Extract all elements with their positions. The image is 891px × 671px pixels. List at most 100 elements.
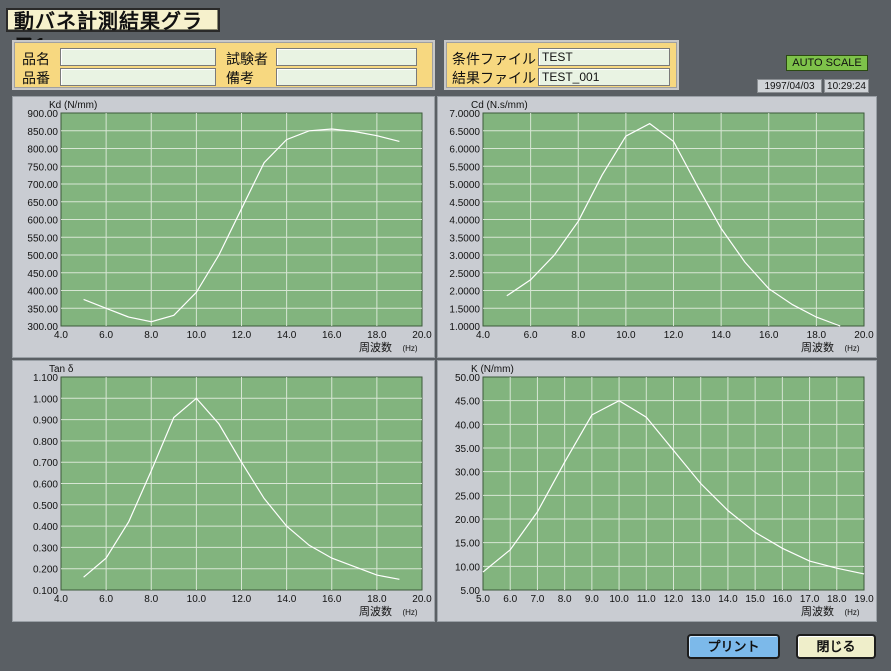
y-tick-label: 1.0000 — [449, 322, 480, 333]
y-tick-label: 300.00 — [27, 322, 58, 333]
x-tick-label: 16.0 — [773, 594, 793, 605]
x-tick-label: 16.0 — [322, 330, 342, 341]
x-tick-label: 12.0 — [664, 594, 684, 605]
window-title: 動バネ計測結果グラフ1 — [6, 8, 220, 57]
y-tick-label: 40.00 — [455, 420, 480, 431]
y-tick-label: 500.00 — [27, 251, 58, 262]
result-file-label: 結果ファイル — [452, 70, 536, 86]
y-tick-label: 4.5000 — [449, 198, 480, 209]
y-tick-label: 650.00 — [27, 198, 58, 209]
x-tick-label: 19.0 — [854, 594, 874, 605]
chart-title: Cd (N.s/mm) — [471, 100, 528, 111]
y-tick-label: 2.5000 — [449, 269, 480, 280]
x-tick-label: 8.0 — [144, 330, 158, 341]
y-tick-label: 0.200 — [33, 565, 58, 576]
y-tick-label: 850.00 — [27, 127, 58, 138]
y-tick-label: 5.00 — [461, 586, 481, 597]
y-tick-label: 550.00 — [27, 233, 58, 244]
x-axis-label: 周波数 — [801, 341, 834, 354]
x-tick-label: 18.0 — [807, 330, 827, 341]
y-tick-label: 45.00 — [455, 397, 480, 408]
x-tick-label: 8.0 — [571, 330, 585, 341]
x-tick-label: 11.0 — [637, 594, 656, 605]
x-tick-label: 18.0 — [367, 594, 387, 605]
x-tick-label: 8.0 — [558, 594, 572, 605]
product-info-panel: 品名 試験者 品番 備考 — [12, 40, 435, 90]
y-tick-label: 35.00 — [455, 444, 480, 455]
y-tick-label: 0.300 — [33, 543, 58, 554]
x-tick-label: 13.0 — [691, 594, 711, 605]
x-tick-label: 12.0 — [232, 594, 252, 605]
y-tick-label: 0.400 — [33, 522, 58, 533]
y-tick-label: 600.00 — [27, 216, 58, 227]
y-tick-label: 750.00 — [27, 162, 58, 173]
y-tick-label: 2.0000 — [449, 287, 480, 298]
x-axis-unit: (Hz) — [402, 344, 417, 353]
auto-scale-indicator[interactable]: AUTO SCALE — [786, 55, 868, 71]
x-tick-label: 18.0 — [367, 330, 387, 341]
x-tick-label: 10.0 — [187, 594, 207, 605]
chart-panel-tan-delta: 4.0 6.0 8.0 10.0 12.0 14.0 16.0 18.0 20.0 1.100 1.… — [12, 360, 435, 622]
x-axis-label: 周波数 — [359, 341, 392, 354]
y-tick-label: 0.900 — [33, 416, 58, 427]
chart-panel-kd: 4.0 6.0 8.0 10.0 12.0 14.0 16.0 18.0 20.0 900.00 8… — [12, 96, 435, 358]
file-info-panel: 条件ファイル TEST 結果ファイル TEST_001 — [444, 40, 679, 90]
x-tick-label: 6.0 — [503, 594, 517, 605]
y-tick-label: 10.00 — [455, 562, 480, 573]
y-tick-label: 25.00 — [455, 491, 480, 502]
tester-label: 試験者 — [226, 51, 268, 67]
y-tick-label: 5.5000 — [449, 162, 480, 173]
cd-chart: 4.0 6.0 8.0 10.0 12.0 14.0 16.0 18.0 20.07.00006… — [449, 100, 874, 354]
y-tick-label: 350.00 — [27, 304, 58, 315]
condition-file-label: 条件ファイル — [452, 51, 536, 67]
product-name-label: 品名 — [22, 51, 50, 67]
y-tick-label: 15.00 — [455, 539, 480, 550]
x-tick-label: 12.0 — [664, 330, 684, 341]
y-tick-label: 0.700 — [33, 458, 58, 469]
k-chart: 5.0 6.0 7.0 8.0 9.0 10.0 11.0 12.0 13.0 14.0 15.0 1… — [455, 364, 874, 618]
condition-file-field[interactable]: TEST — [538, 48, 670, 66]
x-tick-label: 14.0 — [277, 330, 297, 341]
x-tick-label: 14.0 — [718, 594, 738, 605]
y-tick-label: 20.00 — [455, 515, 480, 526]
chart-title: Kd (N/mm) — [49, 100, 97, 111]
product-name-field[interactable] — [60, 48, 216, 66]
x-tick-label: 18.0 — [827, 594, 847, 605]
y-tick-label: 0.800 — [33, 437, 58, 448]
x-axis-unit: (Hz) — [844, 344, 859, 353]
x-tick-label: 7.0 — [530, 594, 544, 605]
chart-title: Tan δ — [49, 364, 74, 375]
y-tick-label: 800.00 — [27, 145, 58, 156]
x-axis-unit: (Hz) — [844, 608, 859, 617]
y-tick-label: 3.5000 — [449, 233, 480, 244]
y-tick-label: 6.5000 — [449, 127, 480, 138]
tester-field[interactable] — [276, 48, 417, 66]
remarks-field[interactable] — [276, 68, 417, 86]
x-tick-label: 16.0 — [759, 330, 779, 341]
chart-panel-cd: 4.0 6.0 8.0 10.0 12.0 14.0 16.0 18.0 20.0 7.0000 6… — [437, 96, 877, 358]
x-tick-label: 10.0 — [616, 330, 636, 341]
x-tick-label: 16.0 — [322, 594, 342, 605]
product-number-field[interactable] — [60, 68, 216, 86]
y-tick-label: 5.0000 — [449, 180, 480, 191]
x-tick-label: 8.0 — [144, 594, 158, 605]
x-tick-label: 14.0 — [277, 594, 297, 605]
x-tick-label: 17.0 — [800, 594, 820, 605]
chart-title: K (N/mm) — [471, 364, 514, 375]
x-tick-label: 12.0 — [232, 330, 252, 341]
x-tick-label: 20.0 — [412, 594, 432, 605]
y-tick-label: 0.600 — [33, 480, 58, 491]
x-tick-label: 6.0 — [99, 330, 113, 341]
result-file-field[interactable]: TEST_001 — [538, 68, 670, 86]
print-button[interactable]: プリント — [687, 634, 780, 659]
y-tick-label: 450.00 — [27, 269, 58, 280]
x-tick-label: 10.0 — [609, 594, 629, 605]
remarks-label: 備考 — [226, 70, 254, 86]
y-tick-label: 3.0000 — [449, 251, 480, 262]
kd-chart: 4.0 6.0 8.0 10.0 12.0 14.0 16.0 18.0 20.0900.008… — [27, 100, 432, 354]
y-tick-label: 4.0000 — [449, 216, 480, 227]
chart-panel-k: 5.0 6.0 7.0 8.0 9.0 10.0 11.0 12.0 13.0 14.0 15.0 1… — [437, 360, 877, 622]
x-tick-label: 15.0 — [745, 594, 765, 605]
y-tick-label: 700.00 — [27, 180, 58, 191]
close-button[interactable]: 閉じる — [796, 634, 876, 659]
